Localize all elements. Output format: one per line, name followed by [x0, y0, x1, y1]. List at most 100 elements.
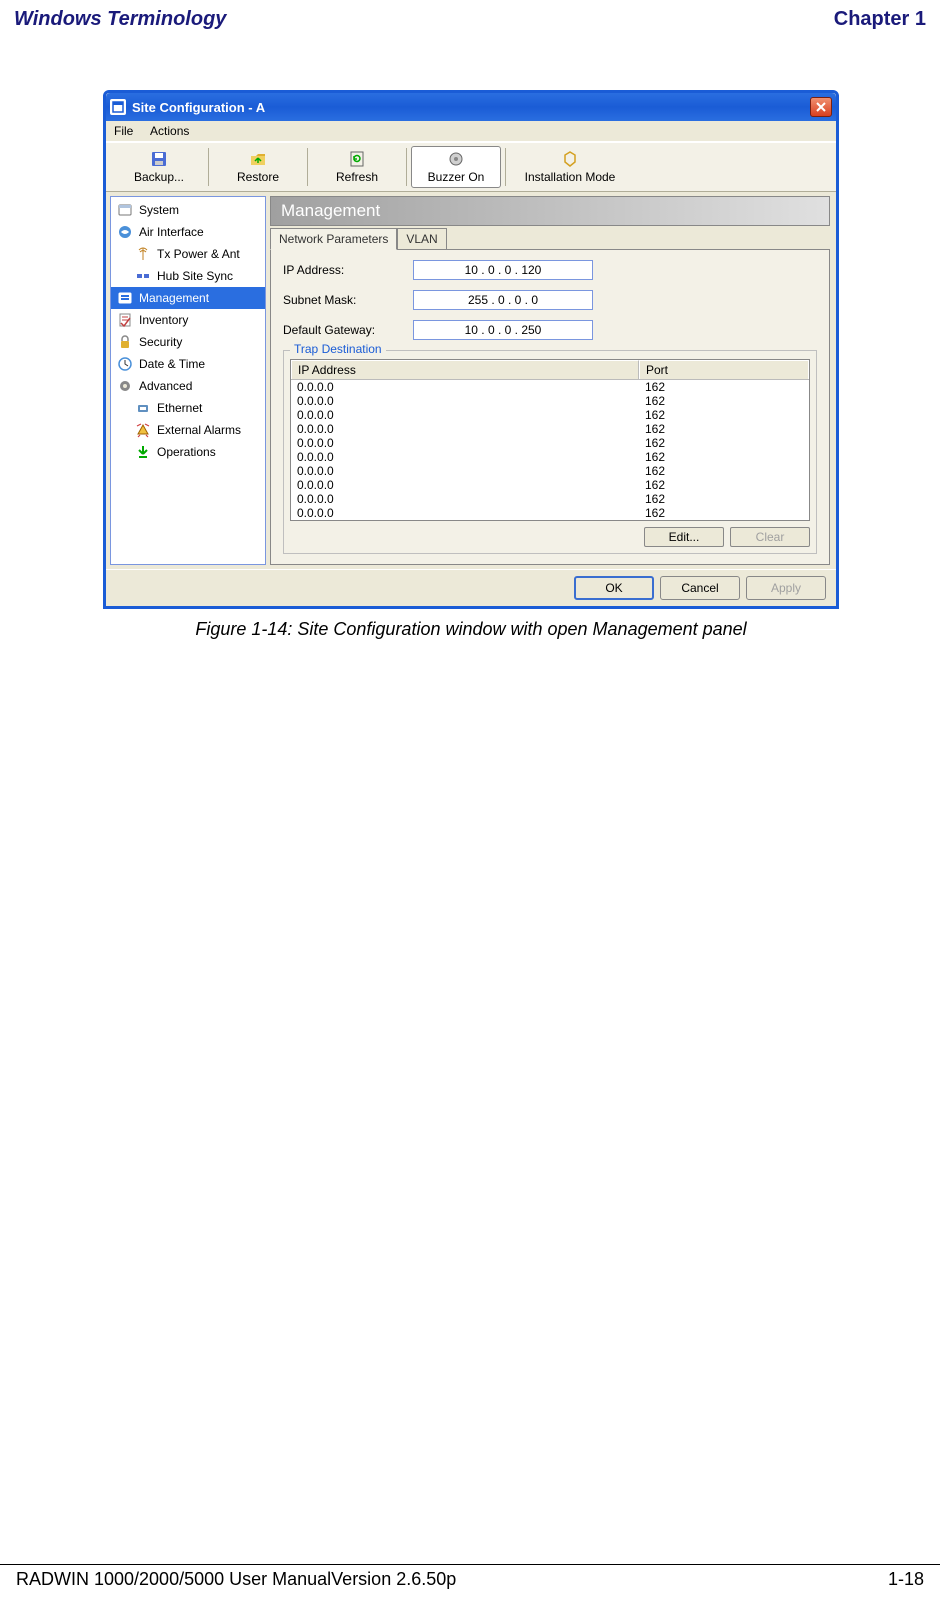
trap-table[interactable]: IP Address Port 0.0.0.01620.0.0.01620.0.…	[290, 359, 810, 521]
sidebar-label: Date & Time	[139, 357, 205, 371]
toolbar-backup-label: Backup...	[134, 170, 184, 184]
trap-cell-ip: 0.0.0.0	[291, 380, 639, 394]
ok-button[interactable]: OK	[574, 576, 654, 600]
cancel-button[interactable]: Cancel	[660, 576, 740, 600]
close-button[interactable]	[810, 97, 832, 117]
header-right: Chapter 1	[834, 8, 926, 31]
footer-right: 1-18	[888, 1569, 924, 1590]
toolbar-backup[interactable]: Backup...	[114, 146, 204, 188]
toolbar-buzzer[interactable]: Buzzer On	[411, 146, 501, 188]
edit-button[interactable]: Edit...	[644, 527, 724, 547]
sidebar-item-txpower[interactable]: Tx Power & Ant	[111, 243, 265, 265]
gw-value: 10 . 0 . 0 . 250	[465, 323, 542, 337]
titlebar[interactable]: Site Configuration - A	[106, 93, 836, 121]
trap-row[interactable]: 0.0.0.0162	[291, 394, 809, 408]
sidebar-item-inventory[interactable]: Inventory	[111, 309, 265, 331]
operations-icon	[135, 444, 151, 460]
trap-row[interactable]: 0.0.0.0162	[291, 492, 809, 506]
toolbar-sep	[208, 148, 209, 186]
ip-label: IP Address:	[283, 263, 413, 277]
col-ip[interactable]: IP Address	[291, 360, 639, 379]
toolbar-install[interactable]: Installation Mode	[510, 146, 630, 188]
trap-row[interactable]: 0.0.0.0162	[291, 506, 809, 520]
site-config-window: Site Configuration - A File Actions Back…	[103, 90, 839, 609]
footer-left: RADWIN 1000/2000/5000 User ManualVersion…	[16, 1569, 456, 1590]
trap-row[interactable]: 0.0.0.0162	[291, 464, 809, 478]
menu-actions[interactable]: Actions	[150, 124, 189, 138]
sidebar-item-hubsite[interactable]: Hub Site Sync	[111, 265, 265, 287]
trap-cell-port: 162	[639, 436, 809, 450]
dialog-buttons: OK Cancel Apply	[106, 569, 836, 606]
figure-caption: Figure 1-14: Site Configuration window w…	[103, 619, 839, 640]
trap-cell-port: 162	[639, 380, 809, 394]
clock-icon	[117, 356, 133, 372]
window-icon	[110, 99, 126, 115]
sidebar-label: Security	[139, 335, 182, 349]
apply-button: Apply	[746, 576, 826, 600]
system-icon	[117, 202, 133, 218]
toolbar-restore[interactable]: Restore	[213, 146, 303, 188]
ip-value: 10 . 0 . 0 . 120	[465, 263, 542, 277]
tab-network-params[interactable]: Network Parameters	[270, 228, 397, 250]
clear-button: Clear	[730, 527, 810, 547]
sidebar-label: Management	[139, 291, 209, 305]
subnet-label: Subnet Mask:	[283, 293, 413, 307]
trap-row[interactable]: 0.0.0.0162	[291, 450, 809, 464]
sidebar-item-management[interactable]: Management	[111, 287, 265, 309]
trap-row[interactable]: 0.0.0.0162	[291, 408, 809, 422]
trap-destination-group: Trap Destination IP Address Port 0.0.0.0…	[283, 350, 817, 554]
buzzer-icon	[447, 150, 465, 168]
page-header: Windows Terminology Chapter 1	[0, 0, 940, 35]
trap-buttons: Edit... Clear	[290, 527, 810, 547]
subnet-input[interactable]: 255 . 0 . 0 . 0	[413, 290, 593, 310]
sidebar-label: Air Interface	[139, 225, 204, 239]
row-gateway: Default Gateway: 10 . 0 . 0 . 250	[283, 320, 817, 340]
trap-row[interactable]: 0.0.0.0162	[291, 436, 809, 450]
gw-input[interactable]: 10 . 0 . 0 . 250	[413, 320, 593, 340]
toolbar-sep	[505, 148, 506, 186]
header-left: Windows Terminology	[14, 8, 226, 31]
sidebar-item-advanced[interactable]: Advanced	[111, 375, 265, 397]
toolbar-sep	[307, 148, 308, 186]
ethernet-icon	[135, 400, 151, 416]
figure-wrap: Site Configuration - A File Actions Back…	[103, 90, 839, 640]
trap-cell-port: 162	[639, 464, 809, 478]
trap-cell-ip: 0.0.0.0	[291, 450, 639, 464]
toolbar-refresh[interactable]: Refresh	[312, 146, 402, 188]
sidebar-item-operations[interactable]: Operations	[111, 441, 265, 463]
trap-cell-port: 162	[639, 506, 809, 520]
sidebar-item-datetime[interactable]: Date & Time	[111, 353, 265, 375]
row-ip: IP Address: 10 . 0 . 0 . 120	[283, 260, 817, 280]
sidebar-item-ethernet[interactable]: Ethernet	[111, 397, 265, 419]
menu-file[interactable]: File	[114, 124, 133, 138]
window-title: Site Configuration - A	[132, 100, 810, 115]
sidebar-label: Ethernet	[157, 401, 202, 415]
sidebar-item-system[interactable]: System	[111, 199, 265, 221]
trap-cell-ip: 0.0.0.0	[291, 492, 639, 506]
trap-cell-port: 162	[639, 478, 809, 492]
trap-row[interactable]: 0.0.0.0162	[291, 422, 809, 436]
trap-row[interactable]: 0.0.0.0162	[291, 478, 809, 492]
trap-cell-ip: 0.0.0.0	[291, 464, 639, 478]
col-port[interactable]: Port	[639, 360, 809, 379]
gear-icon	[117, 378, 133, 394]
sidebar-item-extalarms[interactable]: External Alarms	[111, 419, 265, 441]
trap-cell-ip: 0.0.0.0	[291, 394, 639, 408]
row-subnet: Subnet Mask: 255 . 0 . 0 . 0	[283, 290, 817, 310]
ip-input[interactable]: 10 . 0 . 0 . 120	[413, 260, 593, 280]
trap-rows: 0.0.0.01620.0.0.01620.0.0.01620.0.0.0162…	[291, 380, 809, 520]
sidebar-label: Advanced	[139, 379, 192, 393]
trap-row[interactable]: 0.0.0.0162	[291, 380, 809, 394]
trap-cell-port: 162	[639, 422, 809, 436]
trap-cell-port: 162	[639, 394, 809, 408]
sidebar-item-security[interactable]: Security	[111, 331, 265, 353]
tab-vlan[interactable]: VLAN	[397, 228, 446, 249]
content-header: Management	[270, 196, 830, 226]
toolbar-buzzer-label: Buzzer On	[428, 170, 485, 184]
antenna-icon	[135, 246, 151, 262]
lock-icon	[117, 334, 133, 350]
sidebar-item-air[interactable]: Air Interface	[111, 221, 265, 243]
trap-cell-port: 162	[639, 492, 809, 506]
install-icon	[561, 150, 579, 168]
trap-table-header: IP Address Port	[291, 360, 809, 380]
